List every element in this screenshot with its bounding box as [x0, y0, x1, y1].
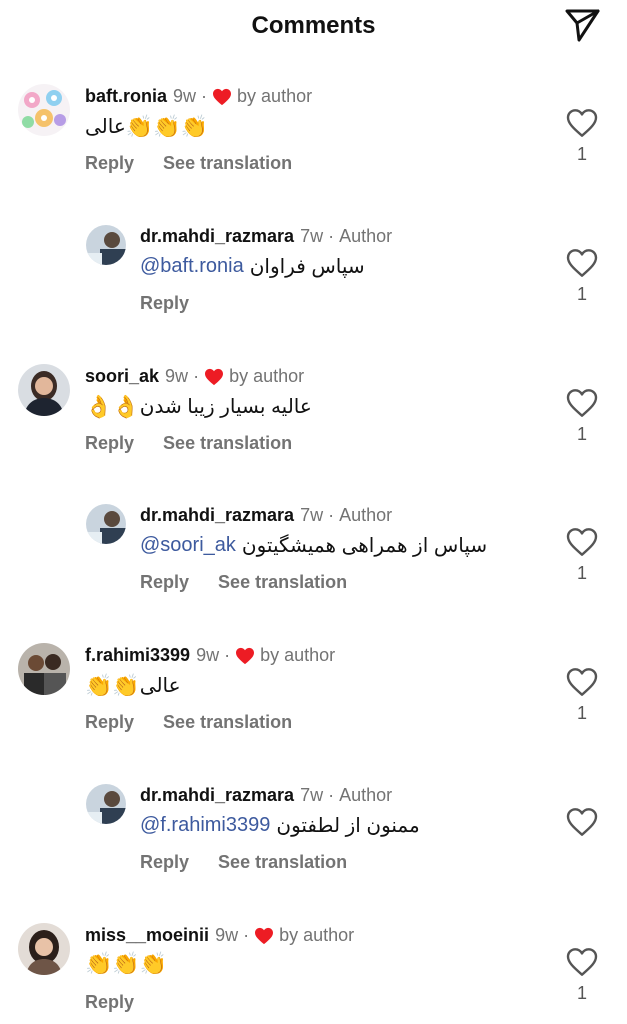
reply-button[interactable]: Reply — [140, 852, 189, 872]
reply-item: dr.mahdi_razmara 7w · Author @f.rahimi33… — [0, 781, 627, 911]
username[interactable]: f.rahimi3399 — [85, 645, 190, 666]
separator-dot: · — [193, 366, 200, 386]
timestamp: 7w — [300, 505, 324, 525]
timestamp: 9w — [215, 925, 239, 945]
see-translation-button[interactable]: See translation — [163, 712, 292, 732]
heart-filled-icon — [204, 368, 224, 386]
heart-filled-icon — [254, 927, 274, 945]
liked-by-author-label: by author — [237, 86, 313, 106]
separator-dot: · — [224, 645, 231, 665]
emoji: 👌👌 — [85, 393, 140, 419]
separator-dot: · — [328, 785, 335, 805]
like-count: 1 — [576, 703, 587, 723]
comment-text: @baft.ronia سپاس فراوان — [140, 255, 365, 278]
avatar[interactable] — [86, 504, 126, 544]
timestamp: 9w — [196, 645, 220, 665]
page-title: Comments — [251, 12, 376, 39]
liked-by-author-label: by author — [229, 366, 305, 386]
reply-button[interactable]: Reply — [85, 712, 134, 732]
avatar[interactable] — [86, 784, 126, 824]
heart-outline-icon[interactable] — [566, 807, 598, 837]
timestamp: 9w — [165, 366, 189, 386]
reply-button[interactable]: Reply — [140, 293, 189, 313]
username[interactable]: dr.mahdi_razmara — [140, 785, 294, 806]
author-badge: Author — [339, 226, 393, 246]
reply-item: dr.mahdi_razmara 7w · Author @baft.ronia… — [0, 222, 627, 352]
see-translation-button[interactable]: See translation — [163, 153, 292, 173]
avatar[interactable] — [18, 364, 70, 416]
avatar[interactable] — [18, 84, 70, 136]
comment-text: @soori_ak سپاس از همراهی همیشگیتون — [140, 534, 488, 557]
paper-plane-icon[interactable] — [562, 7, 602, 43]
author-badge: Author — [339, 505, 393, 525]
author-badge: Author — [339, 785, 393, 805]
comment-text: عالی 👏👏👏 — [85, 113, 208, 139]
see-translation-button[interactable]: See translation — [218, 852, 347, 872]
reply-item: dr.mahdi_razmara 7w · Author @soori_ak س… — [0, 501, 627, 631]
heart-filled-icon — [235, 647, 255, 665]
like-count: 1 — [576, 563, 587, 583]
reply-button[interactable]: Reply — [85, 433, 134, 453]
avatar[interactable] — [18, 923, 70, 975]
mention-link[interactable]: @f.rahimi3399 — [140, 814, 270, 837]
heart-filled-icon — [212, 88, 232, 106]
heart-outline-icon[interactable] — [566, 108, 598, 138]
liked-by-author-label: by author — [279, 925, 355, 945]
like-count: 1 — [576, 144, 587, 164]
heart-outline-icon[interactable] — [566, 667, 598, 697]
like-count: 1 — [576, 424, 587, 444]
reply-button[interactable]: Reply — [140, 572, 189, 592]
username[interactable]: soori_ak — [85, 366, 159, 387]
comment-item: miss__moeinii 9w · by author 👏👏👏 Reply 1 — [0, 921, 627, 1024]
heart-outline-icon[interactable] — [566, 248, 598, 278]
avatar[interactable] — [18, 643, 70, 695]
username[interactable]: miss__moeinii — [85, 925, 209, 946]
comments-header: Comments — [0, 0, 627, 52]
comment-item: f.rahimi3399 9w · by author 👏👏 عالی Repl… — [0, 641, 627, 771]
separator-dot: · — [328, 505, 335, 525]
reply-button[interactable]: Reply — [85, 992, 134, 1012]
comment-item: baft.ronia 9w · by author عالی 👏👏👏 Reply… — [0, 82, 627, 212]
like-count: 1 — [576, 284, 587, 304]
comment-item: soori_ak 9w · by author 👌👌 عالیه بسیار ز… — [0, 362, 627, 492]
reply-button[interactable]: Reply — [85, 153, 134, 173]
username[interactable]: baft.ronia — [85, 86, 167, 107]
comment-text: 👏👏👏 — [85, 953, 167, 975]
timestamp: 7w — [300, 226, 324, 246]
comment-text: @f.rahimi3399 ممنون از لطفتون — [140, 814, 420, 837]
mention-link[interactable]: @baft.ronia — [140, 255, 244, 278]
see-translation-button[interactable]: See translation — [163, 433, 292, 453]
separator-dot: · — [201, 86, 208, 106]
heart-outline-icon[interactable] — [566, 947, 598, 977]
separator-dot: · — [243, 925, 250, 945]
liked-by-author-label: by author — [260, 645, 336, 665]
see-translation-button[interactable]: See translation — [218, 572, 347, 592]
comment-text: 👏👏 عالی — [85, 672, 181, 698]
emoji: 👏👏👏 — [85, 951, 168, 976]
like-count: 1 — [576, 983, 587, 1003]
heart-outline-icon[interactable] — [566, 527, 598, 557]
emoji: 👏👏👏 — [125, 113, 208, 139]
username[interactable]: dr.mahdi_razmara — [140, 226, 294, 247]
heart-outline-icon[interactable] — [566, 388, 598, 418]
timestamp: 7w — [300, 785, 324, 805]
timestamp: 9w — [173, 86, 197, 106]
mention-link[interactable]: @soori_ak — [140, 534, 236, 557]
avatar[interactable] — [86, 225, 126, 265]
username[interactable]: dr.mahdi_razmara — [140, 505, 294, 526]
emoji: 👏👏 — [85, 672, 140, 698]
separator-dot: · — [328, 226, 335, 246]
comment-text: 👌👌 عالیه بسیار زیبا شدن — [85, 393, 312, 419]
